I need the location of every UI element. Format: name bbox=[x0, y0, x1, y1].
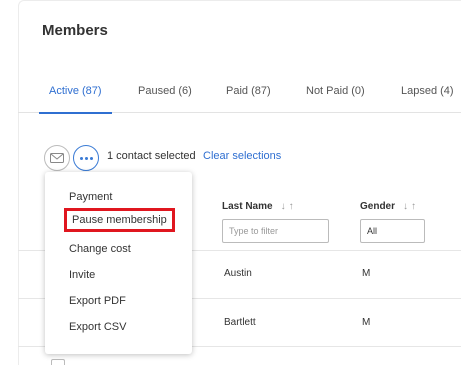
arrow-down-icon[interactable]: ↓ bbox=[403, 201, 408, 212]
status-tabs: Active (87) Paused (6) Paid (87) Not Pai… bbox=[18, 78, 461, 114]
row-checkbox[interactable] bbox=[51, 359, 65, 365]
menu-item-export-csv[interactable]: Export CSV bbox=[69, 321, 126, 333]
tab-lapsed[interactable]: Lapsed (4) bbox=[401, 78, 454, 113]
gender-filter-select[interactable]: All bbox=[360, 219, 425, 243]
page-title: Members bbox=[42, 22, 108, 39]
arrow-up-icon[interactable]: ↑ bbox=[289, 201, 294, 212]
envelope-icon bbox=[50, 153, 64, 163]
column-label: Gender bbox=[360, 201, 396, 212]
last-name-filter-input[interactable] bbox=[222, 219, 329, 243]
clear-selections-link[interactable]: Clear selections bbox=[203, 150, 281, 162]
menu-item-change-cost[interactable]: Change cost bbox=[69, 243, 131, 255]
more-horizontal-icon bbox=[79, 156, 93, 160]
tab-paused[interactable]: Paused (6) bbox=[138, 78, 192, 113]
cell-last-name: Bartlett bbox=[224, 317, 256, 328]
column-label: Last Name bbox=[222, 201, 273, 212]
selection-count: 1 contact selected bbox=[107, 150, 196, 162]
tab-active[interactable]: Active (87) bbox=[39, 78, 112, 114]
tab-paid[interactable]: Paid (87) bbox=[226, 78, 271, 113]
tab-not-paid[interactable]: Not Paid (0) bbox=[306, 78, 365, 113]
menu-item-pause-membership[interactable]: Pause membership bbox=[64, 208, 175, 232]
cell-gender: M bbox=[362, 268, 371, 279]
actions-dropdown-menu: Payment Pause membership Change cost Inv… bbox=[45, 172, 192, 354]
column-header-gender[interactable]: Gender ↓ ↑ bbox=[360, 201, 416, 212]
cell-gender: M bbox=[362, 317, 371, 328]
arrow-up-icon[interactable]: ↑ bbox=[411, 201, 416, 212]
menu-item-export-pdf[interactable]: Export PDF bbox=[69, 295, 126, 307]
menu-item-payment[interactable]: Payment bbox=[69, 191, 112, 203]
cell-last-name: Austin bbox=[224, 268, 252, 279]
more-actions-button[interactable] bbox=[73, 145, 99, 171]
menu-item-invite[interactable]: Invite bbox=[69, 269, 95, 281]
email-button[interactable] bbox=[44, 145, 70, 171]
column-header-last-name[interactable]: Last Name ↓ ↑ bbox=[222, 201, 294, 212]
arrow-down-icon[interactable]: ↓ bbox=[281, 201, 286, 212]
